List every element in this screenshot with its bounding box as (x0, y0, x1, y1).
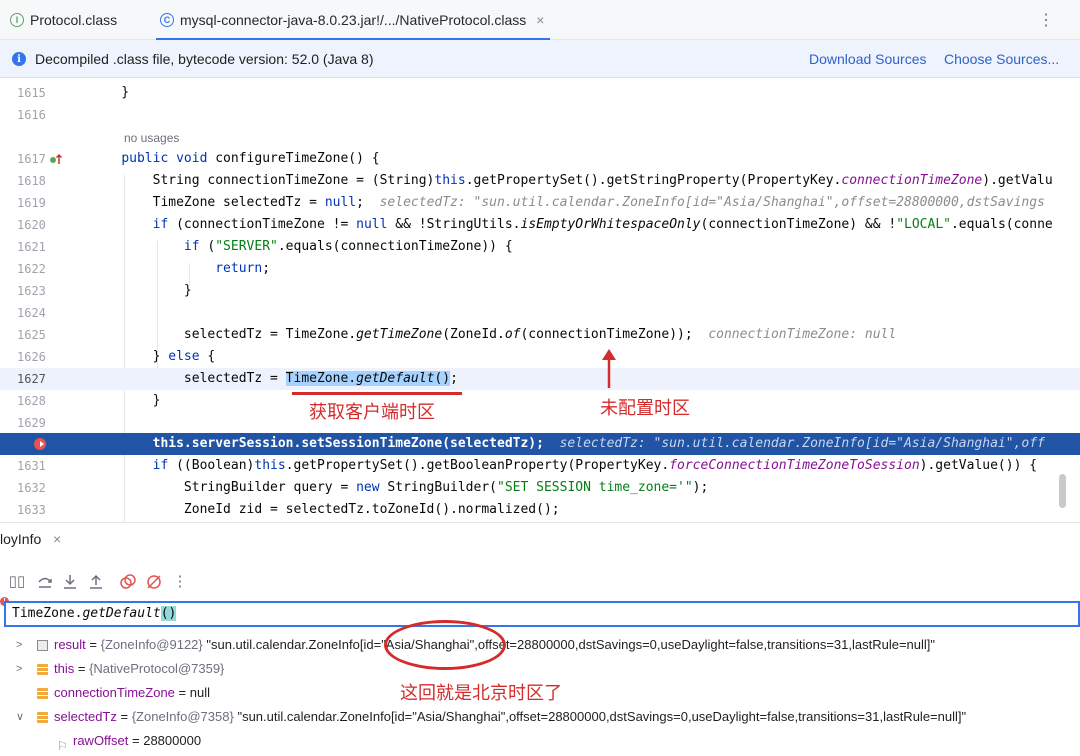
more-vertical-icon[interactable]: ⋮ (1038, 10, 1054, 30)
code-line: public void configureTimeZone() { (121, 151, 380, 166)
annotation-not-configured: 未配置时区 (600, 398, 690, 418)
line-number: 1615 (17, 86, 46, 100)
step-over-icon[interactable] (36, 573, 54, 591)
interface-icon: I (10, 13, 24, 27)
code-line: ZoneId zid = selectedTz.toZoneId().norma… (90, 502, 560, 517)
code-line: if ((Boolean)this.getPropertySet().getBo… (152, 458, 1038, 473)
line-number: 1622 (17, 262, 46, 276)
annotation-underline (292, 392, 462, 395)
variable-type: {ZoneInfo@7358} (131, 709, 234, 724)
variable-value: "sun.util.calendar.ZoneInfo[id="Asia/Sha… (237, 709, 967, 724)
editor-tab-bar: I Protocol.class C mysql-connector-java-… (0, 0, 1080, 40)
step-into-icon[interactable] (61, 573, 79, 591)
close-icon[interactable]: × (536, 12, 544, 28)
field-icon (37, 688, 48, 699)
decompiled-banner: i Decompiled .class file, bytecode versi… (0, 40, 1080, 78)
code-line: StringBuilder query = new StringBuilder(… (90, 480, 709, 495)
implements-method-icon[interactable] (49, 152, 63, 166)
variable-row-raw-offset[interactable]: ⚐ rawOffset = 28800000 (0, 729, 1080, 753)
download-sources-link[interactable]: Download Sources (809, 51, 927, 67)
line-number: 1632 (17, 481, 46, 495)
pause-icon[interactable]: ▯▯ (8, 573, 26, 591)
code-line: TimeZone selectedTz = null; selectedTz: … (90, 195, 1045, 210)
variable-type: {ZoneInfo@9122} (100, 637, 203, 652)
chevron-right-icon[interactable]: > (16, 657, 22, 681)
line-number: 1621 (17, 240, 46, 254)
editor-scrollbar[interactable] (1059, 474, 1066, 508)
tab-label: Protocol.class (30, 12, 118, 28)
variable-name: connectionTimeZone (54, 685, 175, 700)
banner-text: Decompiled .class file, bytecode version… (35, 51, 374, 67)
inline-debug-value: selectedTz: "sun.util.calendar.ZoneInfo[… (559, 436, 1045, 451)
line-number: 1618 (17, 174, 46, 188)
step-out-icon[interactable] (87, 573, 105, 591)
variable-value: 28800000 (143, 733, 202, 748)
line-number: 1628 (17, 394, 46, 408)
chevron-down-icon[interactable]: ∨ (16, 705, 24, 729)
table-icon (37, 640, 48, 651)
annotation-beijing-timezone: 这回就是北京时区了 (400, 683, 562, 703)
tab-native-protocol-class[interactable]: C mysql-connector-java-8.0.23.jar!/.../N… (155, 0, 551, 40)
field-icon (37, 664, 48, 675)
field-icon (37, 712, 48, 723)
line-number: 1629 (17, 416, 46, 430)
mute-breakpoints-icon[interactable] (145, 573, 163, 591)
annotation-arrow-icon (602, 349, 616, 388)
line-number: 1633 (17, 503, 46, 517)
code-line: if (connectionTimeZone != null && !Strin… (152, 217, 1053, 232)
variable-name: selectedTz (54, 709, 117, 724)
info-icon: i (12, 52, 26, 66)
variable-row-this[interactable]: > this = {NativeProtocol@7359} (0, 657, 1080, 681)
variable-value: null (189, 685, 210, 700)
code-line: } (90, 283, 192, 298)
line-number: 1626 (17, 350, 46, 364)
choose-sources-link[interactable]: Choose Sources... (944, 51, 1059, 67)
code-line: } (90, 393, 161, 408)
close-icon[interactable]: × (53, 531, 61, 547)
breakpoint-icon[interactable] (33, 437, 47, 451)
chevron-right-icon[interactable]: > (16, 633, 22, 657)
line-number: 1625 (17, 328, 46, 342)
line-number: 1619 (17, 196, 46, 210)
code-line: } else { (90, 349, 216, 364)
line-number: 1623 (17, 284, 46, 298)
code-editor[interactable]: 1615 } 1616 no usages 1617 public void c… (0, 78, 1080, 522)
variable-name: rawOffset (73, 733, 129, 748)
inline-debug-value: connectionTimeZone: null (708, 327, 897, 342)
variable-row-selected-tz[interactable]: ∨ selectedTz = {ZoneInfo@7358} "sun.util… (0, 705, 1080, 729)
flag-icon: ⚐ (57, 739, 68, 753)
variable-type: {NativeProtocol@7359} (89, 661, 225, 676)
inline-debug-value: selectedTz: "sun.util.calendar.ZoneInfo[… (379, 195, 1045, 210)
code-line: selectedTz = TimeZone.getTimeZone(ZoneId… (90, 327, 897, 342)
variable-value: "sun.util.calendar.ZoneInfo[id="Asia/Sha… (206, 637, 936, 652)
view-breakpoints-icon[interactable] (119, 573, 137, 591)
variable-name: this (54, 661, 75, 676)
more-vertical-icon[interactable]: ⋮ (171, 573, 189, 591)
code-line: return; (215, 261, 271, 276)
debug-panel: loyInfo × ▯▯ ⋮ ! TimeZone.getDefault() >… (0, 522, 1080, 756)
variable-name: result (54, 637, 86, 652)
code-line: String connectionTimeZone = (String)this… (90, 173, 1053, 188)
evaluate-expression-input[interactable]: TimeZone.getDefault() (4, 601, 1080, 627)
annotation-oval (384, 620, 506, 670)
line-number: 1620 (17, 218, 46, 232)
line-number: 1631 (17, 459, 46, 473)
class-icon: C (160, 13, 174, 27)
line-number: 1627 (0, 368, 90, 390)
variable-row-result[interactable]: > result = {ZoneInfo@9122} "sun.util.cal… (0, 633, 1080, 657)
tab-label: mysql-connector-java-8.0.23.jar!/.../Nat… (180, 12, 527, 28)
code-line: } (90, 85, 130, 100)
debug-session-tab[interactable]: loyInfo (0, 531, 41, 547)
line-number: 1616 (17, 108, 46, 122)
annotation-get-default: 获取客户端时区 (309, 402, 435, 422)
code-line-execution-point: this.serverSession.setSessionTimeZone(se… (90, 433, 1080, 455)
no-usages-hint[interactable]: no usages (124, 127, 179, 149)
line-number: 1617 (17, 152, 46, 166)
code-line-current: selectedTz = TimeZone.getDefault(); (90, 368, 1080, 390)
code-line: if ("SERVER".equals(connectionTimeZone))… (183, 239, 513, 254)
tab-protocol-class[interactable]: I Protocol.class (10, 0, 117, 40)
line-number: 1624 (17, 306, 46, 320)
